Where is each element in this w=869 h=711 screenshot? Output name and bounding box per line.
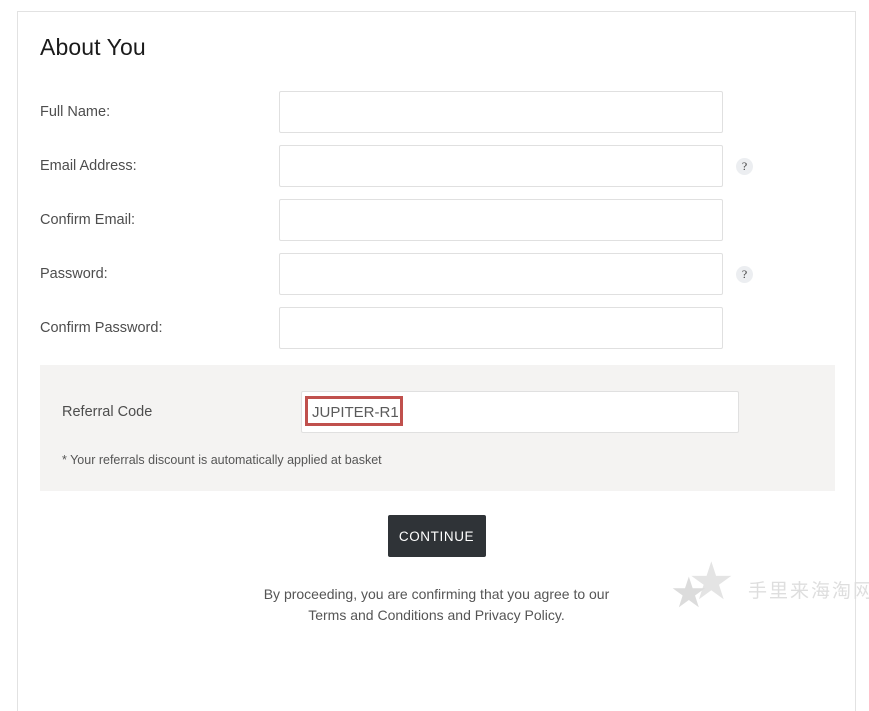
label-email-address: Email Address: xyxy=(40,158,137,174)
continue-row: CONTINUE xyxy=(40,515,833,557)
label-password: Password: xyxy=(40,266,108,282)
label-full-name: Full Name: xyxy=(40,104,111,120)
legal-text: By proceeding, you are confirming that y… xyxy=(40,584,833,626)
signup-card-body: About You Full Name: Email Address: ? Co… xyxy=(18,12,855,626)
legal-line-2: Terms and Conditions and Privacy Policy. xyxy=(308,607,565,623)
referral-panel: Referral Code * Your referrals discount … xyxy=(40,365,835,491)
input-full-name[interactable] xyxy=(279,91,723,133)
referral-input-wrap xyxy=(301,391,739,433)
form-row-password: Password: ? xyxy=(40,253,833,295)
continue-button[interactable]: CONTINUE xyxy=(387,515,486,557)
input-referral-code[interactable] xyxy=(301,391,739,433)
signup-card: About You Full Name: Email Address: ? Co… xyxy=(17,11,856,711)
help-icon-email[interactable]: ? xyxy=(736,157,753,175)
form-row-full-name: Full Name: xyxy=(40,91,833,133)
input-confirm-email[interactable] xyxy=(279,199,723,241)
help-icon-password[interactable]: ? xyxy=(736,265,753,283)
input-confirm-password[interactable] xyxy=(279,307,723,349)
legal-line-1: By proceeding, you are confirming that y… xyxy=(263,586,610,602)
input-email-address[interactable] xyxy=(279,145,723,187)
label-referral-code: Referral Code xyxy=(62,404,153,420)
label-confirm-email: Confirm Email: xyxy=(40,212,136,228)
label-confirm-password: Confirm Password: xyxy=(40,320,163,336)
referral-row: Referral Code xyxy=(62,391,813,433)
form-row-confirm-password: Confirm Password: xyxy=(40,307,833,349)
input-password[interactable] xyxy=(279,253,723,295)
referral-note: * Your referrals discount is automatical… xyxy=(62,453,382,467)
form-row-email-address: Email Address: ? xyxy=(40,145,833,187)
form-row-confirm-email: Confirm Email: xyxy=(40,199,833,241)
page-title: About You xyxy=(40,34,146,60)
